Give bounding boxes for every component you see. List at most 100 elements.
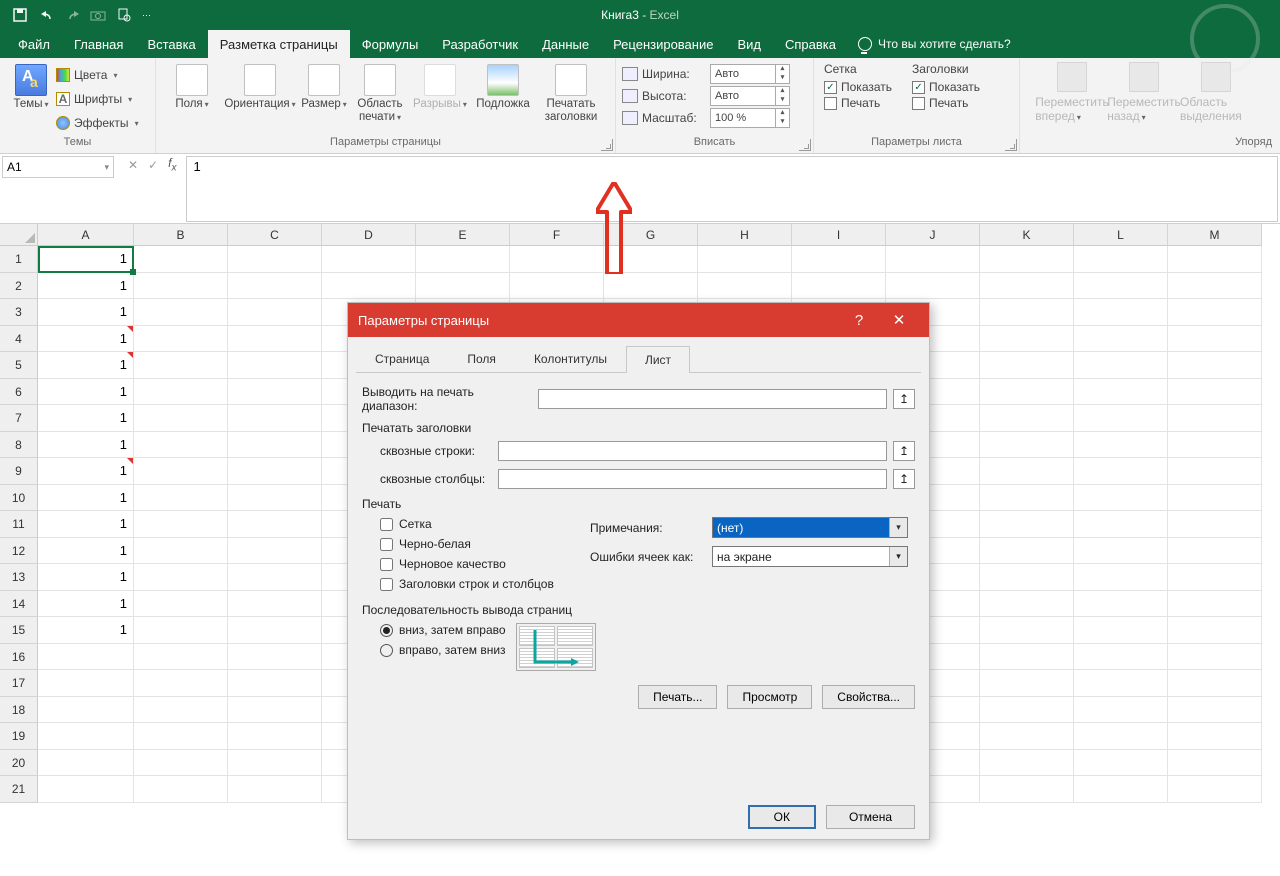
cell[interactable] [134,723,228,750]
cell[interactable] [228,750,322,777]
cell[interactable] [698,273,792,300]
cell[interactable] [322,273,416,300]
cell[interactable] [980,723,1074,750]
dialog-help-button[interactable]: ? [839,312,879,329]
cell[interactable] [1168,617,1262,644]
tab-file[interactable]: Файл [6,30,62,58]
cell[interactable] [980,432,1074,459]
row-header[interactable]: 12 [0,538,38,565]
cell[interactable] [1168,299,1262,326]
cell[interactable] [1074,458,1168,485]
cell[interactable] [698,246,792,273]
background-button[interactable]: Подложка [470,62,536,113]
height-combo[interactable]: Авто▴▾ [710,86,790,106]
cell[interactable] [980,564,1074,591]
cell[interactable] [1168,564,1262,591]
cell[interactable] [1074,723,1168,750]
headings-show-check[interactable]: ✓Показать [912,80,980,94]
cell[interactable]: 1 [38,246,134,273]
cell[interactable] [980,511,1074,538]
print-area-collapse-button[interactable]: ↥ [893,389,915,409]
row-header[interactable]: 8 [0,432,38,459]
cell[interactable] [228,538,322,565]
cell[interactable] [416,273,510,300]
cell[interactable] [134,564,228,591]
print-area-input[interactable] [538,389,887,409]
cols-repeat-input[interactable] [498,469,887,489]
cell[interactable] [134,352,228,379]
cell[interactable] [1168,511,1262,538]
cell[interactable] [228,352,322,379]
cell[interactable] [228,485,322,512]
cell[interactable] [792,273,886,300]
cell[interactable] [1168,538,1262,565]
print-area-button[interactable]: Область печати [350,62,410,126]
column-header[interactable]: C [228,224,322,246]
cell[interactable] [228,458,322,485]
cell[interactable] [134,776,228,803]
fx-icon[interactable]: fx [168,156,176,173]
draft-quality-checkbox[interactable]: Черновое качество [380,557,590,571]
cell[interactable] [980,485,1074,512]
cell[interactable] [980,246,1074,273]
cell[interactable] [228,776,322,803]
cell[interactable] [228,299,322,326]
row-header[interactable]: 4 [0,326,38,353]
cell[interactable] [980,644,1074,671]
row-header[interactable]: 3 [0,299,38,326]
cell[interactable] [228,564,322,591]
cell[interactable] [134,246,228,273]
size-button[interactable]: Размер [298,62,350,113]
cell[interactable]: 1 [38,591,134,618]
cell[interactable] [980,776,1074,803]
headings-print-check[interactable]: Печать [912,96,980,110]
formula-input[interactable]: 1 [186,156,1278,222]
cell[interactable] [1074,776,1168,803]
cell[interactable]: 1 [38,299,134,326]
row-header[interactable]: 14 [0,591,38,618]
cell[interactable] [1168,670,1262,697]
gridlines-checkbox[interactable]: Сетка [380,517,590,531]
page-setup-launcher[interactable] [601,139,613,151]
cell-errors-combo[interactable]: на экране▾ [712,546,908,567]
cell[interactable] [1168,723,1262,750]
cell[interactable]: 1 [38,405,134,432]
themes-button[interactable]: Aa Темы [6,62,56,113]
print-titles-button[interactable]: Печатать заголовки [536,62,606,126]
dialog-tab-sheet[interactable]: Лист [626,346,690,373]
row-header[interactable]: 10 [0,485,38,512]
row-header[interactable]: 20 [0,750,38,777]
row-header[interactable]: 2 [0,273,38,300]
cell[interactable] [228,432,322,459]
cell[interactable] [1074,299,1168,326]
cell[interactable] [510,273,604,300]
cell[interactable] [980,697,1074,724]
cell[interactable] [1074,352,1168,379]
cell[interactable] [980,273,1074,300]
cell[interactable] [134,697,228,724]
cancel-formula-icon[interactable]: ✕ [128,158,138,172]
cell[interactable] [228,591,322,618]
cell[interactable] [1168,352,1262,379]
dialog-tab-page[interactable]: Страница [356,345,448,372]
cell[interactable] [980,326,1074,353]
orientation-button[interactable]: Ориентация [222,62,298,113]
cell[interactable] [1168,326,1262,353]
row-header[interactable]: 15 [0,617,38,644]
cell[interactable] [416,246,510,273]
row-header[interactable]: 5 [0,352,38,379]
preview-button[interactable]: Просмотр [727,685,812,709]
tab-page-layout[interactable]: Разметка страницы [208,30,350,58]
cell[interactable] [134,617,228,644]
cell[interactable] [1074,670,1168,697]
cell[interactable]: 1 [38,273,134,300]
theme-effects-button[interactable]: Эффекты [56,112,139,134]
cell[interactable]: 1 [38,352,134,379]
row-header[interactable]: 21 [0,776,38,803]
cell[interactable]: 1 [38,617,134,644]
cell[interactable] [134,379,228,406]
fit-launcher[interactable] [799,139,811,151]
dialog-tab-headerfooter[interactable]: Колонтитулы [515,345,626,372]
row-header[interactable]: 11 [0,511,38,538]
cell[interactable] [980,458,1074,485]
